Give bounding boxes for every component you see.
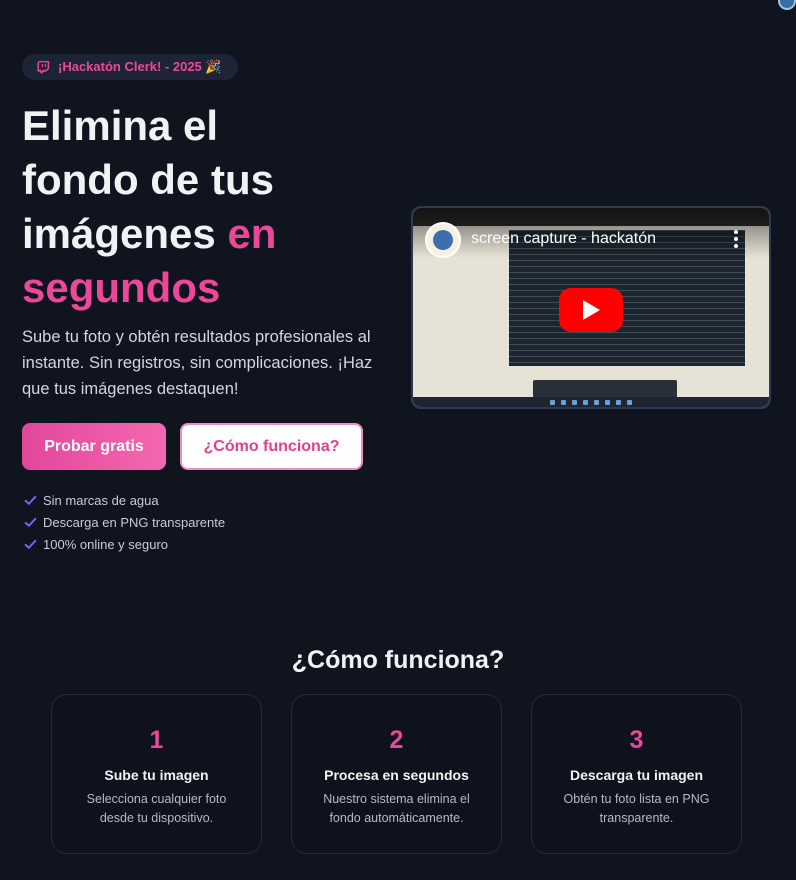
hero-title-accent2: segundos: [22, 264, 221, 311]
step-description: Selecciona cualquier foto desde tu dispo…: [86, 792, 227, 825]
step-description: Obtén tu foto lista en PNG transparente.: [563, 792, 710, 825]
check-icon: [24, 495, 37, 505]
hero-title-line3: imágenes: [22, 210, 228, 257]
hero-title-accent1: en: [227, 210, 277, 257]
video-thumbnail-taskbar: [413, 397, 769, 407]
youtube-play-icon[interactable]: [559, 288, 623, 332]
feature-text: Descarga en PNG transparente: [43, 514, 226, 530]
check-icon: [24, 539, 37, 549]
more-vert-icon[interactable]: [733, 230, 739, 248]
hero-title: Elimina el fondo de tus imágenes en segu…: [22, 99, 382, 315]
step-card: 3 Descarga tu imagen Obtén tu foto lista…: [531, 694, 742, 854]
feature-text: Sin marcas de agua: [43, 492, 159, 508]
how-it-works-title: ¿Cómo funciona?: [291, 646, 505, 674]
hero-title-line1: Elimina el: [22, 102, 219, 149]
step-title: Descarga tu imagen: [569, 767, 704, 783]
video-title[interactable]: screen capture - hackatón: [471, 230, 656, 248]
feature-item: Sin marcas de agua: [24, 489, 225, 511]
step-card: 2 Procesa en segundos Nuestro sistema el…: [291, 694, 502, 854]
step-number: 3: [629, 726, 644, 754]
channel-avatar[interactable]: [425, 222, 461, 258]
try-free-button[interactable]: Probar gratis: [22, 423, 166, 470]
video-thumbnail-popup: [533, 380, 677, 398]
step-number: 1: [149, 726, 164, 754]
badge-text: ¡Hackatón Clerk! - 2025 🎉: [58, 59, 222, 74]
step-description: Nuestro sistema elimina el fondo automát…: [323, 792, 470, 825]
feature-item: Descarga en PNG transparente: [24, 511, 225, 533]
how-it-works-button[interactable]: ¿Cómo funciona?: [180, 423, 363, 470]
video-embed[interactable]: screen capture - hackatón: [411, 206, 771, 409]
user-avatar[interactable]: [778, 0, 796, 10]
step-number: 2: [389, 726, 404, 754]
step-title: Procesa en segundos: [324, 767, 469, 783]
hackathon-badge: ¡Hackatón Clerk! - 2025 🎉: [22, 54, 238, 80]
twitch-icon: [36, 60, 50, 74]
feature-text: 100% online y seguro: [43, 536, 169, 552]
step-title: Sube tu imagen: [104, 767, 209, 783]
check-icon: [24, 517, 37, 527]
step-card: 1 Sube tu imagen Selecciona cualquier fo…: [51, 694, 262, 854]
hero-subtitle: Sube tu foto y obtén resultados profesio…: [22, 328, 373, 398]
feature-item: 100% online y seguro: [24, 533, 225, 555]
feature-list: Sin marcas de agua Descarga en PNG trans…: [24, 489, 225, 555]
hero-title-line2: fondo de tus: [22, 156, 274, 203]
